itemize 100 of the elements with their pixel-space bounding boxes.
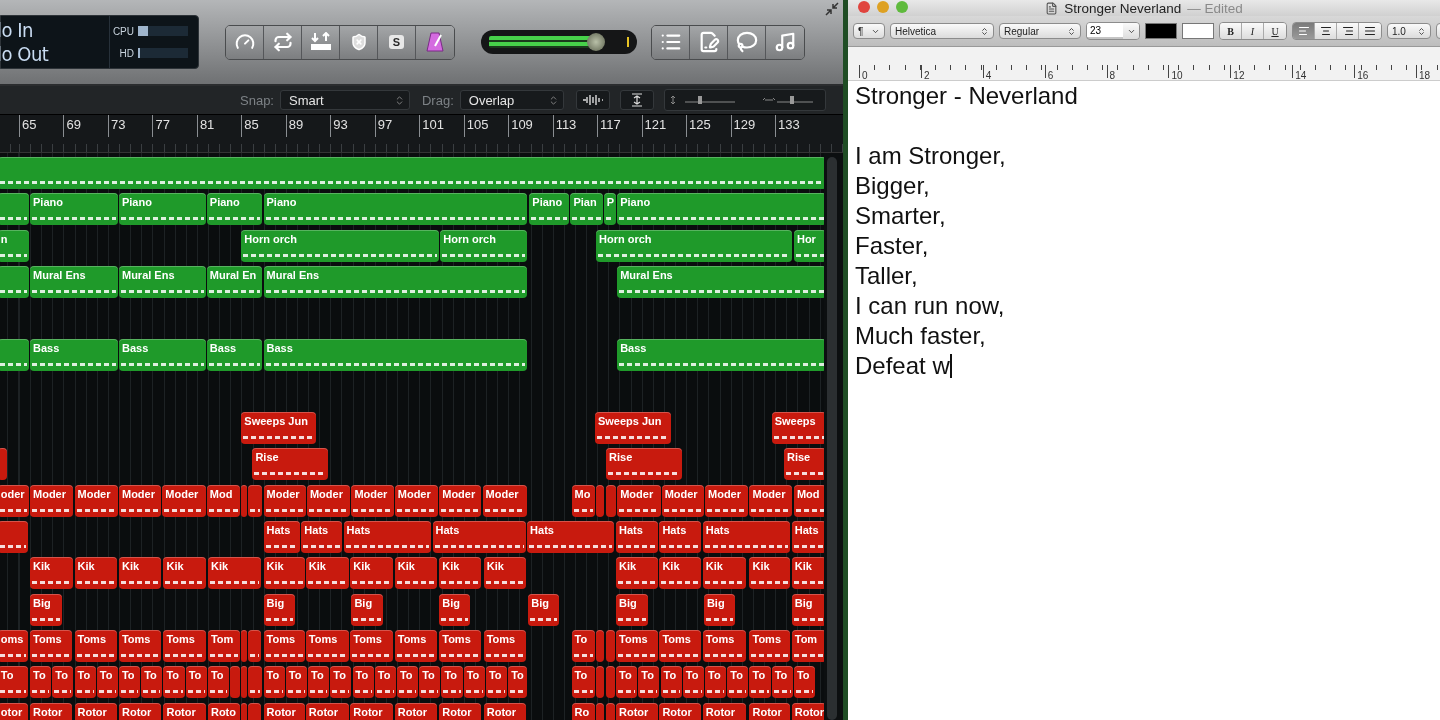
region[interactable]: Toms — [118, 630, 162, 663]
region[interactable]: Toms — [702, 630, 747, 663]
region[interactable]: Rotor — [483, 702, 526, 720]
region[interactable]: oms — [0, 630, 28, 663]
region[interactable]: Piano — [529, 193, 570, 226]
region[interactable]: Horn orch — [596, 229, 792, 262]
region[interactable] — [247, 630, 262, 663]
region[interactable]: To — [285, 666, 307, 699]
region[interactable]: Kik — [439, 557, 482, 590]
region[interactable]: To — [96, 666, 118, 699]
region[interactable]: Rotor — [439, 702, 482, 720]
font-dropdown[interactable]: Helvetica — [890, 23, 994, 39]
region[interactable]: To — [660, 666, 682, 699]
region[interactable]: To — [508, 666, 528, 699]
region[interactable]: Bass — [263, 338, 528, 371]
region[interactable]: Kik — [749, 557, 790, 590]
region[interactable]: Piano — [206, 193, 263, 226]
region[interactable]: To — [771, 666, 793, 699]
region[interactable]: Mod — [793, 484, 824, 517]
region[interactable]: Rise — [606, 448, 682, 481]
region[interactable]: Kik — [702, 557, 747, 590]
region[interactable]: Toms — [163, 630, 206, 663]
region[interactable]: Hats — [791, 520, 824, 553]
region[interactable]: Rotor — [305, 702, 350, 720]
region[interactable]: otor — [0, 702, 28, 720]
underline-button[interactable]: U — [1264, 23, 1286, 39]
italic-button[interactable]: I — [1242, 23, 1264, 39]
region[interactable]: Kik — [118, 557, 162, 590]
region[interactable]: Kik — [350, 557, 393, 590]
region[interactable]: Pian — [570, 193, 603, 226]
close-button[interactable] — [858, 1, 870, 13]
region[interactable]: Big — [30, 593, 63, 626]
region[interactable]: To — [30, 666, 52, 699]
view-button[interactable] — [766, 25, 804, 59]
region[interactable]: Kik — [659, 557, 701, 590]
region[interactable]: Moder — [306, 484, 351, 517]
region[interactable]: Moder — [118, 484, 162, 517]
region[interactable]: To — [163, 666, 185, 699]
style-dropdown[interactable]: Regular — [999, 23, 1081, 39]
region[interactable]: Kik — [74, 557, 117, 590]
region[interactable]: To — [705, 666, 727, 699]
region[interactable]: To — [396, 666, 419, 699]
region[interactable]: Rotor — [74, 702, 117, 720]
region[interactable]: Moder — [749, 484, 792, 517]
region[interactable]: Hats — [263, 520, 301, 553]
align-button[interactable] — [1315, 23, 1337, 39]
region[interactable]: Rotor — [659, 702, 701, 720]
region[interactable]: Mural Ens — [263, 266, 528, 299]
region[interactable] — [0, 266, 29, 299]
region[interactable]: Kik — [305, 557, 350, 590]
region[interactable]: Toms — [483, 630, 526, 663]
region[interactable]: Toms — [616, 630, 659, 663]
region[interactable]: Toms — [30, 630, 73, 663]
region[interactable]: Toms — [659, 630, 701, 663]
region[interactable]: To — [185, 666, 207, 699]
control-button[interactable] — [340, 25, 378, 59]
region[interactable]: Hats — [301, 520, 343, 553]
control-button[interactable] — [226, 25, 264, 59]
region[interactable]: Bass — [617, 338, 824, 371]
view-button[interactable] — [690, 25, 728, 59]
region[interactable]: Rotor — [350, 702, 393, 720]
region[interactable]: Toms — [263, 630, 305, 663]
region[interactable]: Kik — [163, 557, 206, 590]
region[interactable]: To — [207, 666, 230, 699]
region[interactable]: Rotor — [702, 702, 747, 720]
volume-knob[interactable] — [587, 33, 606, 51]
region[interactable]: To — [727, 666, 749, 699]
region[interactable]: To — [52, 666, 74, 699]
region[interactable]: Toms — [350, 630, 393, 663]
region[interactable]: To — [419, 666, 441, 699]
drag-dropdown[interactable]: Overlap — [459, 90, 564, 110]
region[interactable]: Hats — [527, 520, 614, 553]
region[interactable]: Bass — [30, 338, 118, 371]
region[interactable]: Tom — [207, 630, 241, 663]
region[interactable]: To — [793, 666, 816, 699]
spacing-dropdown[interactable]: 1.0 — [1387, 23, 1431, 39]
region[interactable]: Rotor — [749, 702, 790, 720]
fit-button[interactable] — [619, 90, 654, 110]
region[interactable]: Horn orch — [440, 229, 528, 262]
size-dropdown-button[interactable] — [1123, 23, 1139, 39]
region[interactable]: Roto — [207, 702, 241, 720]
region[interactable]: Rise — [783, 448, 824, 481]
region[interactable]: Sweeps Jun — [594, 411, 671, 444]
view-button[interactable] — [652, 25, 690, 59]
control-button[interactable] — [416, 25, 454, 59]
region[interactable]: Toms — [394, 630, 437, 663]
region[interactable]: To — [263, 666, 285, 699]
region[interactable]: Rotor — [118, 702, 162, 720]
region[interactable] — [247, 666, 263, 699]
region[interactable]: Rotor — [616, 702, 659, 720]
region[interactable]: To — [638, 666, 660, 699]
background-color-swatch[interactable] — [1182, 23, 1214, 39]
region[interactable]: To — [141, 666, 163, 699]
region[interactable]: Horn orch — [241, 229, 440, 262]
region[interactable]: To — [441, 666, 463, 699]
region[interactable]: Tom — [791, 630, 824, 663]
region[interactable]: Rotor — [263, 702, 305, 720]
text-color-swatch[interactable] — [1145, 23, 1177, 39]
region[interactable]: Big — [351, 593, 383, 626]
region[interactable]: Moder — [439, 484, 482, 517]
